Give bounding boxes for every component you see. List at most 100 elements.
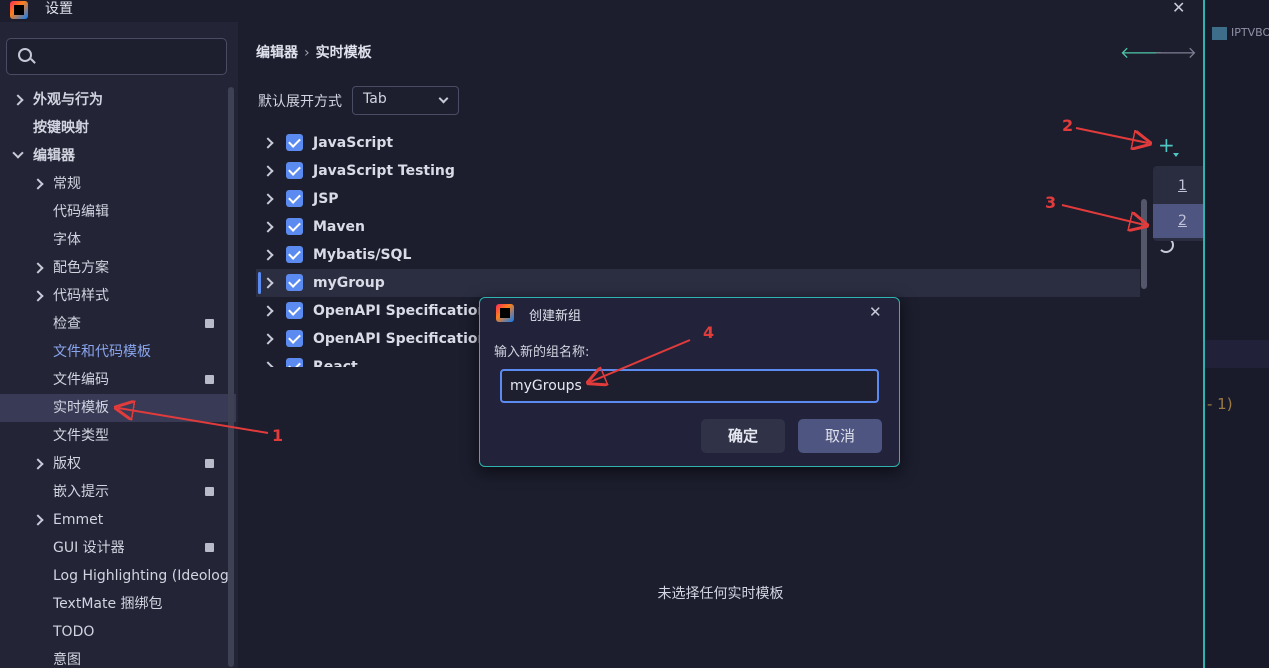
sidebar-item[interactable]: 代码样式 <box>0 282 230 310</box>
sidebar-item[interactable]: 编辑器 <box>0 142 230 170</box>
window-close-icon[interactable]: ✕ <box>1172 0 1185 16</box>
template-group-row[interactable]: JavaScript <box>256 129 1140 157</box>
sidebar-item[interactable]: 代码编辑 <box>0 198 230 226</box>
chevron-right-icon[interactable] <box>12 94 24 106</box>
chevron-right-icon[interactable] <box>262 221 274 233</box>
sidebar-item[interactable]: 配色方案 <box>0 254 230 282</box>
template-group-checkbox[interactable] <box>286 162 303 179</box>
template-group-checkbox[interactable] <box>286 218 303 235</box>
chevron-right-icon[interactable] <box>262 361 274 367</box>
group-name-input[interactable] <box>500 369 879 403</box>
project-scope-icon <box>205 375 214 384</box>
template-group-row[interactable]: Mybatis/SQL <box>256 241 1140 269</box>
breadcrumb-parent[interactable]: 编辑器 <box>256 45 298 61</box>
settings-search-input[interactable] <box>6 38 227 75</box>
create-group-dialog: 创建新组 ✕ 输入新的组名称: 确定 取消 <box>479 297 900 467</box>
forward-arrow-icon[interactable]: 🡒 <box>1154 42 1197 62</box>
chevron-down-icon[interactable] <box>12 147 24 159</box>
breadcrumb-current: 实时模板 <box>315 45 372 61</box>
template-group-row[interactable]: JavaScript Testing <box>256 157 1140 185</box>
sidebar-item-label: 版权 <box>53 456 81 472</box>
chevron-right-icon[interactable] <box>262 333 274 345</box>
settings-sidebar: 外观与行为 按键映射 编辑器常规代码编辑字体 配色方案 代码样式 检查文件和代码模板 文件编… <box>0 22 238 668</box>
sidebar-item[interactable]: 常规 <box>0 170 230 198</box>
empty-selection-message: 未选择任何实时模板 <box>657 586 784 602</box>
search-icon <box>18 48 32 62</box>
template-group-checkbox[interactable] <box>286 302 303 319</box>
editor-highlight-band <box>1205 340 1269 368</box>
template-group-name: JavaScript Testing <box>313 163 455 179</box>
dialog-close-icon[interactable]: ✕ <box>869 303 882 321</box>
add-plus-icon[interactable]: + <box>1158 135 1179 157</box>
sidebar-item[interactable]: 外观与行为 <box>0 86 230 114</box>
template-group-checkbox[interactable] <box>286 134 303 151</box>
template-group-name: JSP <box>313 191 339 207</box>
sidebar-item[interactable]: 文件和代码模板 <box>0 338 230 366</box>
template-group-name: Maven <box>313 219 365 235</box>
template-group-row[interactable]: myGroup <box>256 269 1140 297</box>
cancel-button[interactable]: 取消 <box>798 419 882 453</box>
chevron-right-icon[interactable] <box>262 249 274 261</box>
project-scope-icon <box>205 459 214 468</box>
project-scope-icon <box>205 319 214 328</box>
sidebar-item[interactable]: 版权 <box>0 450 230 478</box>
sidebar-item[interactable]: 意图 <box>0 646 230 668</box>
sidebar-item[interactable]: 实时模板 <box>0 394 236 422</box>
sidebar-item-label: 文件编码 <box>53 372 109 388</box>
sidebar-item[interactable]: 检查 <box>0 310 230 338</box>
template-group-checkbox[interactable] <box>286 358 303 367</box>
project-scope-icon <box>205 487 214 496</box>
template-group-name: React <box>313 359 358 367</box>
sidebar-item[interactable]: Emmet <box>0 506 230 534</box>
sidebar-item[interactable]: GUI 设计器 <box>0 534 230 562</box>
chevron-down-icon <box>438 93 449 104</box>
ok-button[interactable]: 确定 <box>701 419 785 453</box>
chevron-right-icon[interactable] <box>32 262 44 274</box>
settings-tree: 外观与行为 按键映射 编辑器常规代码编辑字体 配色方案 代码样式 检查文件和代码模板 文件编… <box>0 86 236 668</box>
sidebar-scrollbar[interactable] <box>228 87 234 667</box>
template-group-checkbox[interactable] <box>286 330 303 347</box>
template-group-checkbox[interactable] <box>286 246 303 263</box>
title-bar: 设置 ✕ <box>0 0 1203 22</box>
sidebar-item[interactable]: 文件类型 <box>0 422 230 450</box>
chevron-right-icon[interactable] <box>32 458 44 470</box>
sidebar-item-label: Emmet <box>53 512 104 528</box>
chevron-right-icon[interactable] <box>262 277 274 289</box>
editor-tab-label[interactable]: IPTVBO <box>1211 26 1269 40</box>
annotation-number-3: 3 <box>1045 193 1057 212</box>
expand-with-select[interactable]: Tab <box>352 86 459 115</box>
template-group-checkbox[interactable] <box>286 274 303 291</box>
sidebar-item[interactable]: 文件编码 <box>0 366 230 394</box>
row-focus-indicator <box>258 272 261 294</box>
chevron-right-icon[interactable] <box>32 178 44 190</box>
sidebar-item[interactable]: TextMate 捆绑包 <box>0 590 230 618</box>
chevron-right-icon[interactable] <box>32 290 44 302</box>
sidebar-item[interactable]: 字体 <box>0 226 230 254</box>
sidebar-item-label: 常规 <box>53 176 81 192</box>
annotation-number-2: 2 <box>1062 116 1074 135</box>
chevron-right-icon[interactable] <box>262 305 274 317</box>
breadcrumb: 编辑器 › 实时模板 <box>256 42 372 62</box>
sidebar-item-label: TODO <box>53 624 95 640</box>
chevron-right-icon[interactable] <box>32 514 44 526</box>
expand-with-label: 默认展开方式 <box>258 94 342 110</box>
sidebar-item-label: 文件类型 <box>53 428 109 444</box>
sidebar-item[interactable]: 按键映射 <box>0 114 230 142</box>
annotation-number-4: 4 <box>703 323 715 342</box>
menu-item-mnemonic: 2 <box>1178 213 1187 229</box>
sidebar-item[interactable]: Log Highlighting (Ideolog) <box>0 562 230 590</box>
sidebar-item[interactable]: 嵌入提示 <box>0 478 230 506</box>
intellij-logo-icon <box>496 304 514 322</box>
group-name-label: 输入新的组名称: <box>494 345 590 360</box>
sidebar-item-label: 文件和代码模板 <box>53 344 151 360</box>
chevron-right-icon[interactable] <box>262 165 274 177</box>
template-group-checkbox[interactable] <box>286 190 303 207</box>
chevron-right-icon[interactable] <box>262 137 274 149</box>
template-group-row[interactable]: JSP <box>256 185 1140 213</box>
template-list-scrollbar[interactable] <box>1141 199 1147 289</box>
chevron-right-icon[interactable] <box>262 193 274 205</box>
template-group-row[interactable]: Maven <box>256 213 1140 241</box>
sidebar-item-label: 代码编辑 <box>53 204 109 220</box>
sidebar-item[interactable]: TODO <box>0 618 230 646</box>
expand-with-value: Tab <box>363 91 387 107</box>
